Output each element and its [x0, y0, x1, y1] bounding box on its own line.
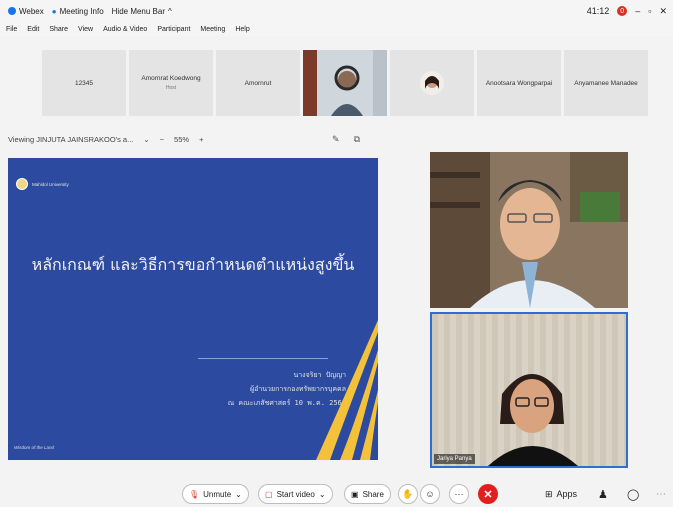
participant-tile[interactable]: Anyamanee Manadee	[564, 50, 648, 116]
participant-tile[interactable]: Amornrut	[216, 50, 300, 116]
zoom-in-button[interactable]: +	[199, 135, 203, 144]
reactions-button[interactable]: ☺	[420, 484, 440, 504]
share-label: Share	[362, 489, 384, 499]
menu-audio-video[interactable]: Audio & Video	[103, 26, 147, 33]
unmute-label: Unmute	[203, 489, 232, 499]
participant-name: Anyamanee Manadee	[574, 79, 638, 87]
participant-role: Host	[165, 85, 177, 91]
hide-menu-bar-button[interactable]: Hide Menu Bar ^	[112, 7, 172, 16]
minimize-button[interactable]: –	[635, 6, 640, 16]
meeting-controls: 🎙 Unmute ⌄ ▢ Start video ⌄ ▣ Share ✋ ☺ ·…	[0, 482, 673, 506]
meeting-info-button[interactable]: ● Meeting Info	[52, 7, 104, 16]
slide-title: หลักเกณฑ์ และวิธีการขอกำหนดตำแหน่งสูงขึ้…	[31, 255, 355, 274]
microphone-muted-icon: 🎙	[189, 489, 200, 499]
chat-icon[interactable]: ◯	[627, 488, 639, 501]
hide-menu-label: Hide Menu Bar	[111, 6, 165, 16]
participant-name: 12345	[74, 79, 94, 87]
annotate-icon[interactable]: ✎	[332, 134, 340, 145]
webex-app[interactable]: Webex	[8, 7, 44, 16]
close-icon: ✕	[483, 488, 493, 501]
hand-icon: ✋	[402, 488, 414, 499]
title-bar: Webex ● Meeting Info Hide Menu Bar ^ 41:…	[0, 0, 673, 22]
more-icon: ···	[454, 489, 464, 499]
chevron-down-icon[interactable]: ⌄	[143, 135, 149, 144]
participant-tile[interactable]: Amornrat Koedwong Host	[129, 50, 213, 116]
seal-icon	[16, 178, 28, 190]
close-button[interactable]: ✕	[659, 6, 667, 17]
popout-icon[interactable]: ⧉	[354, 134, 360, 145]
menu-participant[interactable]: Participant	[157, 26, 190, 33]
menu-view[interactable]: View	[78, 26, 93, 33]
menu-help[interactable]: Help	[235, 26, 249, 33]
apps-button[interactable]: ⊞ Apps	[545, 489, 577, 500]
participant-strip: 12345 Amornrat Koedwong Host Amornrut An…	[42, 50, 648, 116]
participant-tile[interactable]: Anootsara Wongparpai	[477, 50, 561, 116]
participant-name: Anootsara Wongparpai	[485, 79, 553, 87]
app-name: Webex	[19, 6, 44, 16]
share-screen-icon: ▣	[351, 489, 359, 499]
zoom-out-button[interactable]: −	[160, 135, 164, 144]
smiley-icon: ☺	[425, 489, 435, 499]
participant-video	[303, 50, 387, 116]
zoom-level: 55%	[174, 134, 190, 144]
participant-video	[432, 314, 626, 466]
share-button[interactable]: ▣ Share	[344, 484, 391, 504]
meeting-info-label: Meeting Info	[59, 6, 104, 16]
participant-avatar-tile[interactable]	[390, 50, 474, 116]
chevron-down-icon[interactable]: ⌄	[319, 490, 326, 499]
more-options-button[interactable]: ···	[449, 484, 469, 504]
end-meeting-button[interactable]: ✕	[478, 484, 498, 504]
menu-meeting[interactable]: Meeting	[200, 26, 225, 33]
university-logo: Mahidol University	[16, 178, 69, 190]
notification-badge[interactable]: 0	[617, 6, 628, 16]
unmute-button[interactable]: 🎙 Unmute ⌄	[182, 484, 249, 504]
menu-share[interactable]: Share	[49, 26, 68, 33]
shared-slide: Mahidol University หลักเกณฑ์ และวิธีการข…	[8, 158, 378, 460]
participants-icon[interactable]: ♟	[598, 488, 608, 501]
start-video-label: Start video	[276, 489, 315, 499]
avatar	[420, 71, 444, 95]
restore-button[interactable]: ▫	[648, 6, 651, 16]
apps-label: Apps	[556, 489, 578, 499]
chevron-down-icon[interactable]: ⌄	[235, 490, 242, 499]
menu-bar: File Edit Share View Audio & Video Parti…	[0, 22, 673, 36]
participant-video-tile[interactable]	[303, 50, 387, 116]
org-name: Mahidol University	[32, 181, 69, 187]
video-tile[interactable]	[430, 152, 628, 308]
video-tile-active[interactable]: Jariya Panya	[430, 312, 628, 468]
camera-off-icon: ▢	[265, 489, 273, 499]
video-name-label: Jariya Panya	[434, 454, 475, 464]
participant-name: Amornrat Koedwong	[141, 75, 201, 82]
raise-hand-button[interactable]: ✋	[398, 484, 418, 504]
start-video-button[interactable]: ▢ Start video ⌄	[258, 484, 333, 504]
viewing-label: Viewing JINJUTA JAINSRAKOO's a...	[8, 134, 134, 144]
more-panels-icon[interactable]: ⋯	[656, 489, 666, 500]
apps-grid-icon: ⊞	[545, 488, 553, 499]
participant-tile[interactable]: 12345	[42, 50, 126, 116]
webex-logo-icon	[8, 7, 16, 15]
meeting-timer: 41:12	[586, 6, 610, 16]
slide-signature: Wisdom of the Land	[14, 445, 54, 450]
menu-file[interactable]: File	[6, 26, 17, 33]
info-pin-icon: ●	[51, 6, 57, 16]
menu-edit[interactable]: Edit	[27, 26, 39, 33]
participant-name: Amornrut	[244, 79, 272, 87]
share-toolbar: Viewing JINJUTA JAINSRAKOO's a... ⌄ − 55…	[8, 130, 378, 148]
participant-video	[430, 152, 628, 308]
chevron-up-icon: ^	[168, 6, 172, 16]
decorative-stripes	[316, 320, 378, 460]
